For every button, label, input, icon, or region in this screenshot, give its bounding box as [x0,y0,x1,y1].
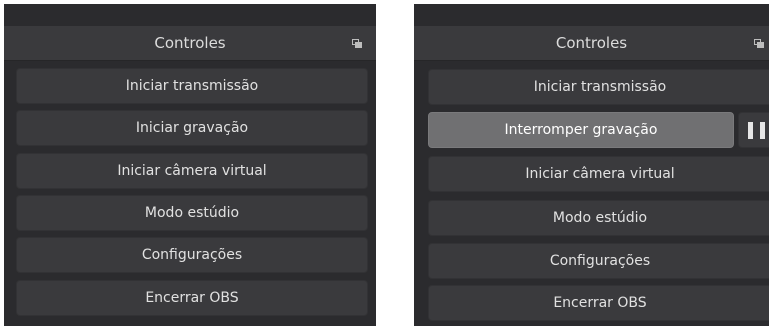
settings-button[interactable]: Configurações [428,243,769,279]
controls-dock-left: Controles Iniciar transmissão Iniciar gr… [4,4,376,326]
pause-icon-bar [760,122,765,139]
start-streaming-button[interactable]: Iniciar transmissão [428,69,769,105]
studio-mode-button[interactable]: Modo estúdio [16,195,368,231]
studio-mode-button[interactable]: Modo estúdio [428,200,769,236]
start-virtual-camera-button[interactable]: Iniciar câmera virtual [16,153,368,189]
exit-obs-button[interactable]: Encerrar OBS [16,280,368,316]
pause-icon [748,122,753,139]
exit-obs-button[interactable]: Encerrar OBS [428,285,769,321]
settings-button[interactable]: Configurações [16,237,368,273]
pause-recording-button[interactable] [738,112,769,148]
start-virtual-camera-button[interactable]: Iniciar câmera virtual [428,156,769,192]
dock-header: Controles [414,26,769,61]
float-icon[interactable] [754,39,764,48]
stop-recording-button[interactable]: Interromper gravação [428,112,734,148]
dock-header: Controles [4,26,376,61]
controls-dock-right: Controles Iniciar transmissão Interrompe… [414,4,769,326]
dock-title: Controles [154,34,226,52]
start-streaming-button[interactable]: Iniciar transmissão [16,68,368,104]
float-icon[interactable] [352,39,362,48]
dock-title: Controles [555,34,628,52]
start-recording-button[interactable]: Iniciar gravação [16,110,368,146]
